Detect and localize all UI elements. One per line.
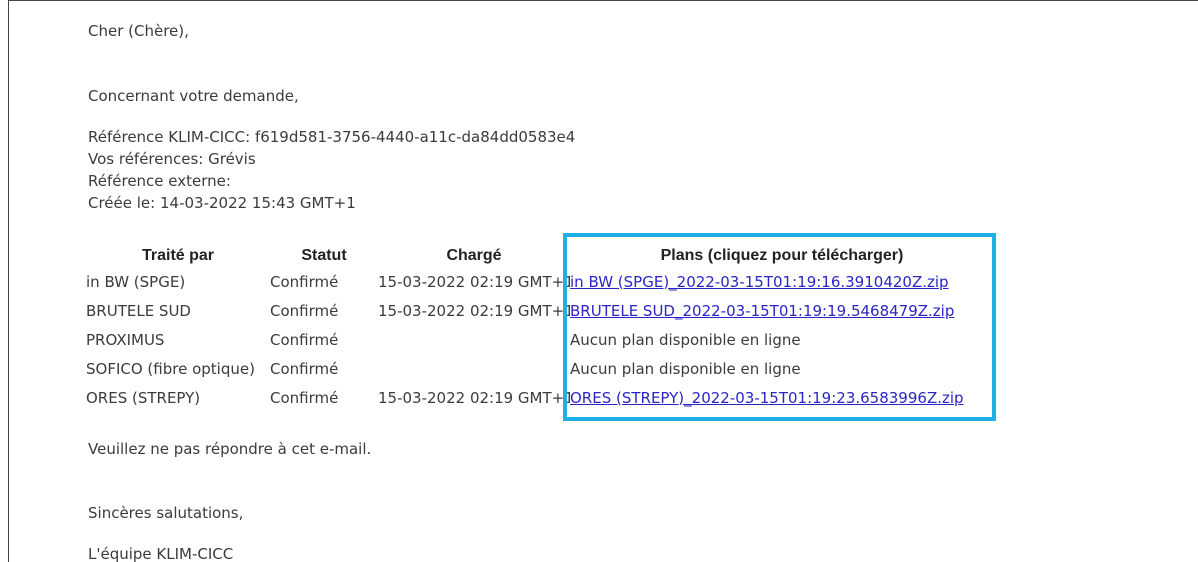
creee-le: Créée le: 14-03-2022 15:43 GMT+1 bbox=[88, 194, 356, 212]
plan-download-link[interactable]: ORES (STREPY)_2022-03-15T01:19:23.658399… bbox=[570, 389, 964, 407]
cell-plan-unavailable: Aucun plan disponible en ligne bbox=[570, 330, 801, 349]
cell-plan-unavailable: Aucun plan disponible en ligne bbox=[570, 359, 801, 378]
cell-plan: BRUTELE SUD_2022-03-15T01:19:19.5468479Z… bbox=[570, 296, 994, 325]
plan-download-link[interactable]: in BW (SPGE)_2022-03-15T01:19:16.3910420… bbox=[570, 273, 949, 291]
cell-charge: 15-03-2022 02:19 GMT+1 bbox=[378, 301, 570, 320]
table-row: SOFICO (fibre optique) Confirmé Aucun pl… bbox=[86, 354, 994, 383]
header-plans: Plans (cliquez pour télécharger) bbox=[660, 246, 904, 264]
header-statut: Statut bbox=[301, 246, 347, 264]
cell-plan: in BW (SPGE)_2022-03-15T01:19:16.3910420… bbox=[570, 267, 994, 296]
cell-traite-par: ORES (STREPY) bbox=[86, 388, 201, 407]
header-traite-par: Traité par bbox=[141, 246, 215, 264]
cell-statut: Confirmé bbox=[270, 301, 339, 320]
cell-plan: ORES (STREPY)_2022-03-15T01:19:23.658399… bbox=[570, 383, 994, 412]
cell-charge: 15-03-2022 02:19 GMT+1 bbox=[378, 272, 570, 291]
vos-references: Vos références: Grévis bbox=[88, 150, 256, 168]
reference-externe: Référence externe: bbox=[88, 172, 231, 190]
plan-download-link[interactable]: BRUTELE SUD_2022-03-15T01:19:19.5468479Z… bbox=[570, 302, 954, 320]
greeting: Cher (Chère), bbox=[88, 22, 189, 40]
cell-charge bbox=[378, 354, 570, 383]
table-row: ORES (STREPY) Confirmé 15-03-2022 02:19 … bbox=[86, 383, 994, 412]
table-row: PROXIMUS Confirmé Aucun plan disponible … bbox=[86, 325, 994, 354]
table-row: in BW (SPGE) Confirmé 15-03-2022 02:19 G… bbox=[86, 267, 994, 296]
signature: L'équipe KLIM-CICC bbox=[88, 545, 234, 562]
table-header-row: Traité par Statut Chargé Plans (cliquez … bbox=[86, 244, 994, 267]
table-row: BRUTELE SUD Confirmé 15-03-2022 02:19 GM… bbox=[86, 296, 994, 325]
no-reply-notice: Veuillez ne pas répondre à cet e-mail. bbox=[88, 440, 372, 458]
cell-charge: 15-03-2022 02:19 GMT+1 bbox=[378, 388, 570, 407]
reference-klim: Référence KLIM-CICC: f619d581-3756-4440-… bbox=[88, 128, 576, 146]
plans-table: Traité par Statut Chargé Plans (cliquez … bbox=[86, 244, 994, 412]
cell-statut: Confirmé bbox=[270, 272, 339, 291]
cell-charge bbox=[378, 325, 570, 354]
cell-statut: Confirmé bbox=[270, 359, 339, 378]
cell-statut: Confirmé bbox=[270, 388, 339, 407]
cell-traite-par: BRUTELE SUD bbox=[86, 301, 191, 320]
cell-traite-par: in BW (SPGE) bbox=[86, 272, 186, 291]
closing: Sincères salutations, bbox=[88, 504, 244, 522]
cell-traite-par: SOFICO (fibre optique) bbox=[86, 359, 255, 378]
header-charge: Chargé bbox=[446, 246, 502, 264]
cell-statut: Confirmé bbox=[270, 330, 339, 349]
intro-text: Concernant votre demande, bbox=[88, 87, 299, 105]
cell-traite-par: PROXIMUS bbox=[86, 330, 165, 349]
